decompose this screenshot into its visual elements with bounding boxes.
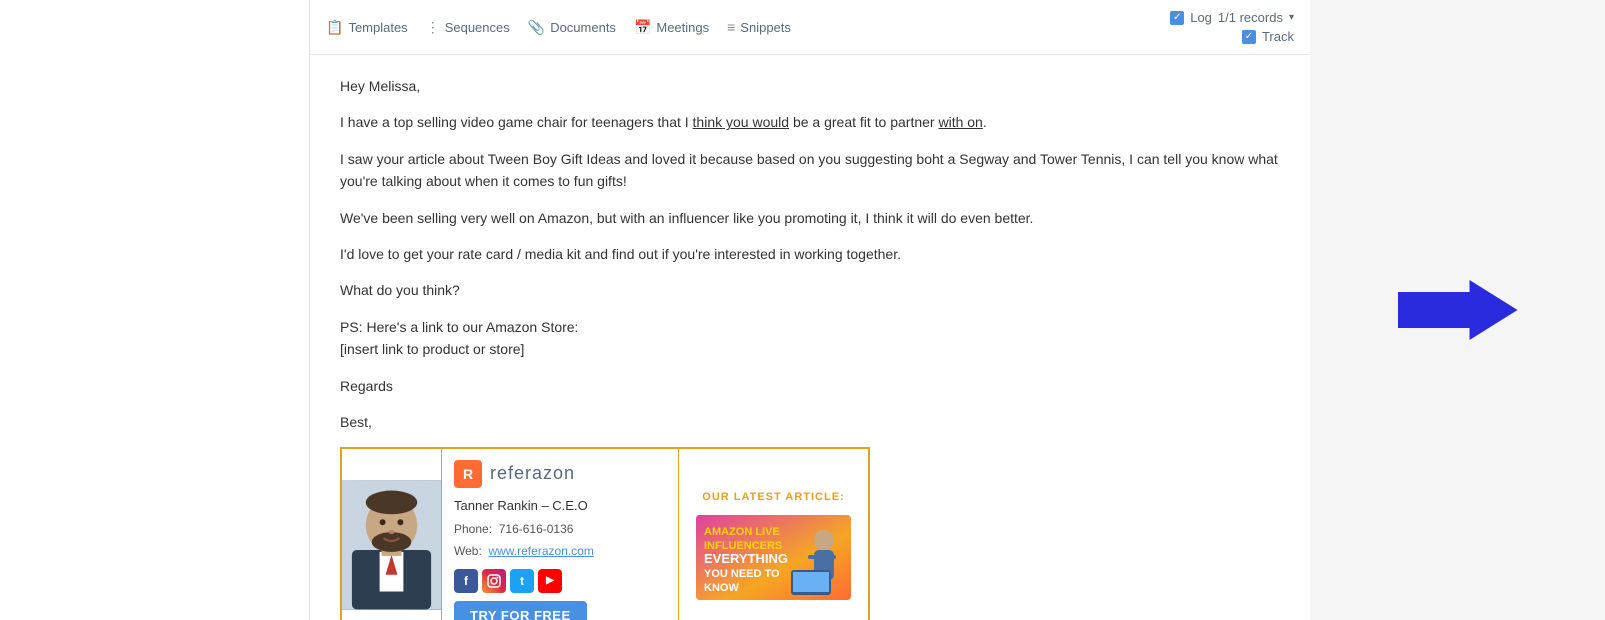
records-label: 1/1 records xyxy=(1218,10,1283,25)
svg-text:R: R xyxy=(463,466,473,482)
toolbar-right: Log 1/1 records ▾ Track xyxy=(1170,10,1294,44)
svg-text:YOU NEED TO: YOU NEED TO xyxy=(704,568,780,580)
sequences-label: Sequences xyxy=(445,20,510,35)
best: Best, xyxy=(340,411,1280,433)
right-arrow-area xyxy=(1310,0,1605,620)
svg-text:KNOW: KNOW xyxy=(704,582,739,594)
svg-text:EVERYTHING: EVERYTHING xyxy=(704,551,788,566)
para6: PS: Here's a link to our Amazon Store: [… xyxy=(340,316,1280,361)
log-label: Log xyxy=(1190,10,1212,25)
toolbar-left: 📋 Templates ⋮ Sequences 📎 Documents 📅 Me… xyxy=(326,19,791,36)
try-for-free-button[interactable]: TRY FOR FREE xyxy=(454,601,587,620)
with-on-link: with on xyxy=(938,114,982,130)
regards: Regards xyxy=(340,375,1280,397)
snippets-button[interactable]: ≡ Snippets xyxy=(727,19,791,35)
email-body: Hey Melissa, I have a top selling video … xyxy=(310,55,1310,620)
snippets-label: Snippets xyxy=(740,20,791,35)
snippets-icon: ≡ xyxy=(727,19,735,35)
svg-text:AMAZON LIVE: AMAZON LIVE xyxy=(704,526,780,538)
youtube-icon[interactable]: ▶ xyxy=(538,569,562,593)
think-you-would-link: think you would xyxy=(693,114,790,130)
sequences-button[interactable]: ⋮ Sequences xyxy=(426,19,510,36)
ps-line1: PS: Here's a link to our Amazon Store: xyxy=(340,319,578,335)
web-url-link[interactable]: www.referazon.com xyxy=(488,544,593,558)
main-content: 📋 Templates ⋮ Sequences 📎 Documents 📅 Me… xyxy=(310,0,1310,620)
meetings-icon: 📅 xyxy=(634,19,651,36)
para3: We've been selling very well on Amazon, … xyxy=(340,207,1280,229)
blue-arrow xyxy=(1398,280,1518,340)
sig-contact-section: R referazon Tanner Rankin – C.E.O Phone:… xyxy=(442,449,678,620)
documents-button[interactable]: 📎 Documents xyxy=(528,19,616,36)
logo-text: referazon xyxy=(490,459,575,488)
social-icons: f t ▶ xyxy=(454,569,666,593)
twitter-icon[interactable]: t xyxy=(510,569,534,593)
web-label: Web: xyxy=(454,544,482,558)
para5: What do you think? xyxy=(340,279,1280,301)
avatar xyxy=(342,480,441,610)
toolbar: 📋 Templates ⋮ Sequences 📎 Documents 📅 Me… xyxy=(310,0,1310,55)
sig-article-section: OUR LATEST ARTICLE: xyxy=(678,449,868,620)
meetings-button[interactable]: 📅 Meetings xyxy=(634,19,709,36)
logo-icon: R xyxy=(454,460,482,488)
ps-line2: [insert link to product or store] xyxy=(340,341,524,357)
templates-label: Templates xyxy=(348,20,407,35)
para1: I have a top selling video game chair fo… xyxy=(340,111,1280,133)
documents-icon: 📎 xyxy=(528,19,545,36)
para2: I saw your article about Tween Boy Gift … xyxy=(340,148,1280,193)
track-checkbox[interactable] xyxy=(1242,30,1256,44)
track-row: Track xyxy=(1242,29,1294,44)
sig-web: Web: www.referazon.com xyxy=(454,542,666,561)
documents-label: Documents xyxy=(550,20,616,35)
greeting: Hey Melissa, xyxy=(340,75,1280,97)
phone-value: 716-616-0136 xyxy=(499,522,574,536)
sig-avatar-section xyxy=(342,449,442,620)
latest-article-label: OUR LATEST ARTICLE: xyxy=(702,489,844,507)
templates-icon: 📋 xyxy=(326,19,343,36)
track-label: Track xyxy=(1262,29,1294,44)
instagram-icon[interactable] xyxy=(482,569,506,593)
facebook-icon[interactable]: f xyxy=(454,569,478,593)
templates-button[interactable]: 📋 Templates xyxy=(326,19,408,36)
records-dropdown-arrow[interactable]: ▾ xyxy=(1289,12,1294,23)
referazon-logo: R referazon xyxy=(454,459,666,488)
email-text: Hey Melissa, I have a top selling video … xyxy=(340,75,1280,620)
para4: I'd love to get your rate card / media k… xyxy=(340,243,1280,265)
signature-block: R referazon Tanner Rankin – C.E.O Phone:… xyxy=(340,447,870,620)
sig-name: Tanner Rankin – C.E.O xyxy=(454,496,666,517)
sequences-icon: ⋮ xyxy=(426,19,440,36)
left-sidebar xyxy=(0,0,310,620)
sig-phone: Phone: 716-616-0136 xyxy=(454,520,666,539)
article-banner: AMAZON LIVE INFLUENCERS EVERYTHING YOU N… xyxy=(696,515,851,600)
log-checkbox[interactable] xyxy=(1170,11,1184,25)
meetings-label: Meetings xyxy=(656,20,709,35)
log-row: Log 1/1 records ▾ xyxy=(1170,10,1294,25)
phone-label: Phone: xyxy=(454,522,492,536)
